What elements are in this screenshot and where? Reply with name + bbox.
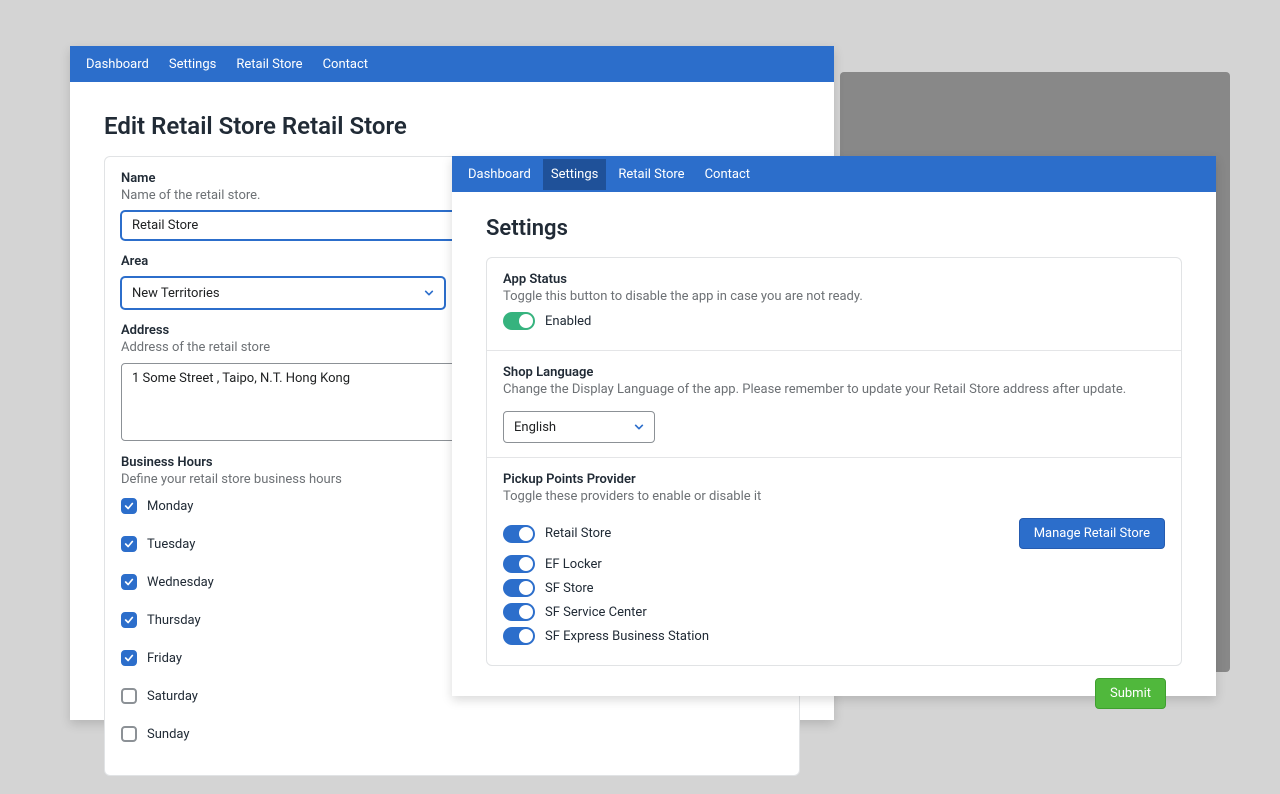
shop-language-select[interactable]: English xyxy=(503,411,655,443)
settings-window: Dashboard Settings Retail Store Contact … xyxy=(452,156,1216,696)
day-label: Tuesday xyxy=(147,537,195,552)
day-label: Monday xyxy=(147,499,193,514)
day-label: Friday xyxy=(147,651,182,666)
nav-contact[interactable]: Contact xyxy=(697,159,758,190)
area-value: New Territories xyxy=(132,286,424,301)
checkbox-icon xyxy=(121,574,137,590)
provider-toggle-sf-service-center[interactable] xyxy=(503,603,535,621)
provider-label: SF Service Center xyxy=(545,605,647,620)
provider-toggle-sf-express-business-station[interactable] xyxy=(503,627,535,645)
app-status-value: Enabled xyxy=(545,314,591,329)
navbar-back: Dashboard Settings Retail Store Contact xyxy=(70,46,834,82)
provider-toggle-retail-store[interactable] xyxy=(503,525,535,543)
provider-label: SF Express Business Station xyxy=(545,629,709,644)
navbar-front: Dashboard Settings Retail Store Contact xyxy=(452,156,1216,192)
provider-label: Retail Store xyxy=(545,526,611,541)
name-value: Retail Store xyxy=(132,218,198,233)
settings-page: Settings App Status Toggle this button t… xyxy=(452,192,1216,739)
checkbox-icon xyxy=(121,498,137,514)
day-label: Thursday xyxy=(147,613,201,628)
checkbox-icon xyxy=(121,650,137,666)
nav-settings[interactable]: Settings xyxy=(161,49,224,80)
nav-settings[interactable]: Settings xyxy=(543,159,606,190)
nav-retail-store[interactable]: Retail Store xyxy=(610,159,692,190)
shop-language-section: Shop Language Change the Display Languag… xyxy=(487,350,1181,457)
day-label: Sunday xyxy=(147,727,190,742)
shop-language-label: Shop Language xyxy=(503,365,1165,380)
manage-retail-store-button[interactable]: Manage Retail Store xyxy=(1019,518,1165,549)
nav-dashboard[interactable]: Dashboard xyxy=(78,49,157,80)
checkbox-icon xyxy=(121,688,137,704)
chevron-down-icon xyxy=(424,288,434,298)
provider-label: SF Store xyxy=(545,581,594,596)
submit-button[interactable]: Submit xyxy=(1095,678,1166,709)
app-status-help: Toggle this button to disable the app in… xyxy=(503,289,1165,304)
address-value: 1 Some Street , Taipo, N.T. Hong Kong xyxy=(132,371,350,386)
day-label: Saturday xyxy=(147,689,198,704)
pickup-provider-section: Pickup Points Provider Toggle these prov… xyxy=(487,457,1181,665)
pickup-provider-help: Toggle these providers to enable or disa… xyxy=(503,489,761,504)
nav-contact[interactable]: Contact xyxy=(315,49,376,80)
pickup-provider-label: Pickup Points Provider xyxy=(503,472,761,487)
page-title: Settings xyxy=(486,216,1182,241)
nav-dashboard[interactable]: Dashboard xyxy=(460,159,539,190)
provider-toggle-ef-locker[interactable] xyxy=(503,555,535,573)
provider-toggle-sf-store[interactable] xyxy=(503,579,535,597)
area-label: Area xyxy=(121,254,445,269)
app-status-section: App Status Toggle this button to disable… xyxy=(487,258,1181,350)
page-title: Edit Retail Store Retail Store xyxy=(104,112,800,140)
settings-card: App Status Toggle this button to disable… xyxy=(486,257,1182,666)
checkbox-icon xyxy=(121,536,137,552)
settings-footer: Submit xyxy=(486,666,1182,721)
checkbox-icon xyxy=(121,726,137,742)
app-status-label: App Status xyxy=(503,272,1165,287)
checkbox-icon xyxy=(121,612,137,628)
provider-label: EF Locker xyxy=(545,557,602,572)
shop-language-value: English xyxy=(514,420,634,435)
nav-retail-store[interactable]: Retail Store xyxy=(228,49,310,80)
shop-language-help: Change the Display Language of the app. … xyxy=(503,382,1165,397)
app-status-toggle[interactable] xyxy=(503,312,535,330)
day-label: Wednesday xyxy=(147,575,214,590)
chevron-down-icon xyxy=(634,422,644,432)
area-select[interactable]: New Territories xyxy=(121,277,445,309)
